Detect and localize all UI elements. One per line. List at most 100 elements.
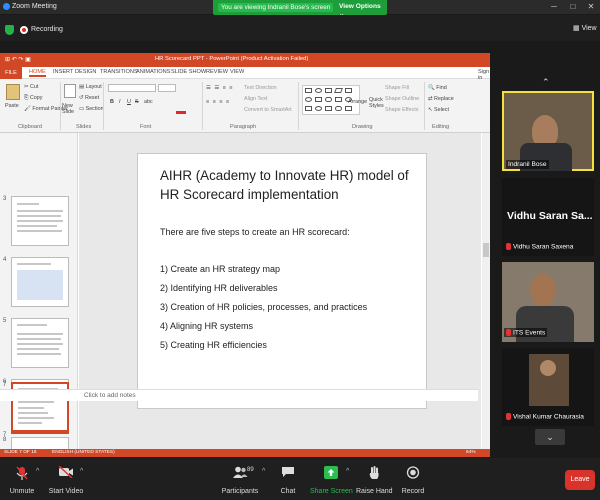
cut-button[interactable]: ✂ Cut <box>24 84 38 90</box>
shape-outline-button[interactable]: Shape Outline <box>385 96 419 102</box>
video-options-caret[interactable]: ^ <box>80 468 83 475</box>
paste-button[interactable]: Paste <box>5 103 19 109</box>
layout-button[interactable]: ▤ Layout <box>79 84 102 90</box>
slide-step[interactable]: 2) Identifying HR deliverables <box>160 283 278 293</box>
font-color-icon[interactable] <box>176 111 186 114</box>
slide-thumbnail[interactable] <box>11 196 69 246</box>
shape-icon[interactable] <box>305 88 312 93</box>
shape-icon[interactable] <box>325 97 332 102</box>
slide-step[interactable]: 5) Creating HR efficiencies <box>160 340 267 350</box>
convert-smartart-button[interactable]: Convert to SmartArt <box>244 107 292 113</box>
bold-button[interactable]: B <box>110 99 114 105</box>
slide-step[interactable]: 3) Creation of HR policies, processes, a… <box>160 302 367 312</box>
tab-transitions[interactable]: TRANSITIONS <box>100 69 138 75</box>
tab-insert[interactable]: INSERT <box>53 69 73 75</box>
thumb-text <box>17 230 62 232</box>
zoom-level[interactable]: 64% <box>466 450 476 455</box>
reset-button[interactable]: ↺ Reset <box>79 95 99 101</box>
shape-icon[interactable] <box>305 97 312 102</box>
align-text-button[interactable]: Align Text <box>244 96 267 102</box>
scroll-up-icon[interactable]: ⌃ <box>542 77 550 88</box>
tab-view[interactable]: VIEW <box>230 69 244 75</box>
font-name-select[interactable] <box>108 84 156 92</box>
audio-options-caret[interactable]: ^ <box>36 468 39 475</box>
select-button[interactable]: ↖ Select <box>428 107 449 113</box>
font-size-select[interactable] <box>158 84 176 92</box>
share-options-caret[interactable]: ^ <box>346 468 349 475</box>
current-slide[interactable]: AIHR (Academy to Innovate HR) model of H… <box>137 153 427 409</box>
ribbon-divider <box>424 82 425 130</box>
shape-icon[interactable] <box>335 106 342 111</box>
start-video-button[interactable]: Start Video <box>46 458 86 500</box>
slide-step[interactable]: 1) Create an HR strategy map <box>160 264 280 274</box>
record-button[interactable]: Record <box>396 458 430 500</box>
align-icons[interactable]: ≡ ≡ ≡ ≡ <box>206 99 230 105</box>
shape-effects-button[interactable]: Shape Effects <box>385 107 418 113</box>
bullets-icon[interactable]: ☰ ☰ ≡ ≡ <box>206 85 233 91</box>
tab-design[interactable]: DESIGN <box>75 69 96 75</box>
shape-icon[interactable] <box>315 88 322 93</box>
shape-icon[interactable] <box>334 88 343 93</box>
maximize-button[interactable]: □ <box>566 1 580 13</box>
find-button[interactable]: 🔍 Find <box>428 85 447 91</box>
vertical-scrollbar[interactable] <box>482 133 490 449</box>
arrange-button[interactable]: Arrange <box>348 99 367 105</box>
drawing-group-label: Drawing <box>352 124 373 130</box>
shape-icon[interactable] <box>345 88 352 93</box>
shape-icon[interactable] <box>305 106 312 111</box>
participants-button[interactable]: Participants <box>220 458 260 500</box>
text-direction-button[interactable]: Text Direction <box>244 85 277 91</box>
underline-button[interactable]: U <box>127 99 131 105</box>
quick-access-toolbar[interactable]: ⊞ ↶ ↷ ▣ <box>5 56 31 63</box>
participant-tile-active[interactable]: Indranil Bose <box>502 91 594 171</box>
scrollbar-thumb[interactable] <box>483 243 489 257</box>
slide-thumbnail[interactable] <box>11 318 69 368</box>
share-screen-button[interactable]: Share Screen <box>310 458 353 500</box>
slide-edit-area[interactable]: AIHR (Academy to Innovate HR) model of H… <box>79 133 481 449</box>
new-slide-button[interactable]: New Slide <box>62 103 76 115</box>
slide-thumbnail[interactable] <box>11 257 69 307</box>
slide-thumbnail[interactable] <box>11 437 69 449</box>
minimize-button[interactable]: ─ <box>547 1 561 13</box>
paste-icon[interactable] <box>6 84 20 100</box>
quick-styles-button[interactable]: Quick Styles <box>369 97 384 109</box>
tab-home[interactable]: HOME <box>29 69 46 77</box>
shadow-button[interactable]: abc <box>144 99 153 105</box>
italic-button[interactable]: I <box>119 99 121 105</box>
shape-icon[interactable] <box>315 106 322 111</box>
shape-icon[interactable] <box>325 106 332 111</box>
tab-animations[interactable]: ANIMATIONS <box>136 69 170 75</box>
view-button[interactable]: ▦ View <box>573 24 597 32</box>
cut-label: Cut <box>30 84 39 90</box>
shape-icon[interactable] <box>345 106 352 111</box>
ppt-status-bar: SLIDE 7 OF 16 ENGLISH (UNITED STATES) 64… <box>0 449 490 457</box>
scroll-down-button[interactable]: ⌄ <box>535 429 565 445</box>
raise-hand-icon <box>369 466 379 479</box>
shape-icon[interactable] <box>335 97 342 102</box>
recording-icon <box>20 26 28 34</box>
new-slide-icon[interactable] <box>64 84 76 98</box>
shape-fill-button[interactable]: Shape Fill <box>385 85 409 91</box>
unmute-button[interactable]: Unmute <box>2 458 42 500</box>
close-button[interactable]: ✕ <box>584 1 598 13</box>
tab-review[interactable]: REVIEW <box>206 69 228 75</box>
chat-button[interactable]: Chat <box>270 458 306 500</box>
shape-icon[interactable] <box>325 88 332 93</box>
replace-button[interactable]: ⇄ Replace <box>428 96 454 102</box>
strikethrough-button[interactable]: S <box>135 99 139 105</box>
security-shield-icon[interactable] <box>5 25 14 35</box>
section-button[interactable]: ▭ Section <box>79 106 104 112</box>
leave-button[interactable]: Leave <box>565 470 595 490</box>
participant-tile[interactable]: ITS Events <box>502 262 594 342</box>
slide-intro[interactable]: There are five steps to create an HR sco… <box>160 227 350 237</box>
slide-title[interactable]: AIHR (Academy to Innovate HR) model of H… <box>160 166 410 204</box>
notes-pane[interactable]: Click to add notes <box>0 389 478 401</box>
tab-file[interactable]: FILE <box>0 67 22 79</box>
slide-step[interactable]: 4) Aligning HR systems <box>160 321 253 331</box>
participant-tile[interactable]: Vishal Kumar Chaurasia <box>502 348 594 426</box>
copy-button[interactable]: ⎘ Copy <box>24 95 42 102</box>
participants-caret[interactable]: ^ <box>262 468 265 475</box>
shape-icon[interactable] <box>315 97 322 102</box>
raise-hand-button[interactable]: Raise Hand <box>356 458 393 500</box>
tab-slide-show[interactable]: SLIDE SHOW <box>171 69 206 75</box>
